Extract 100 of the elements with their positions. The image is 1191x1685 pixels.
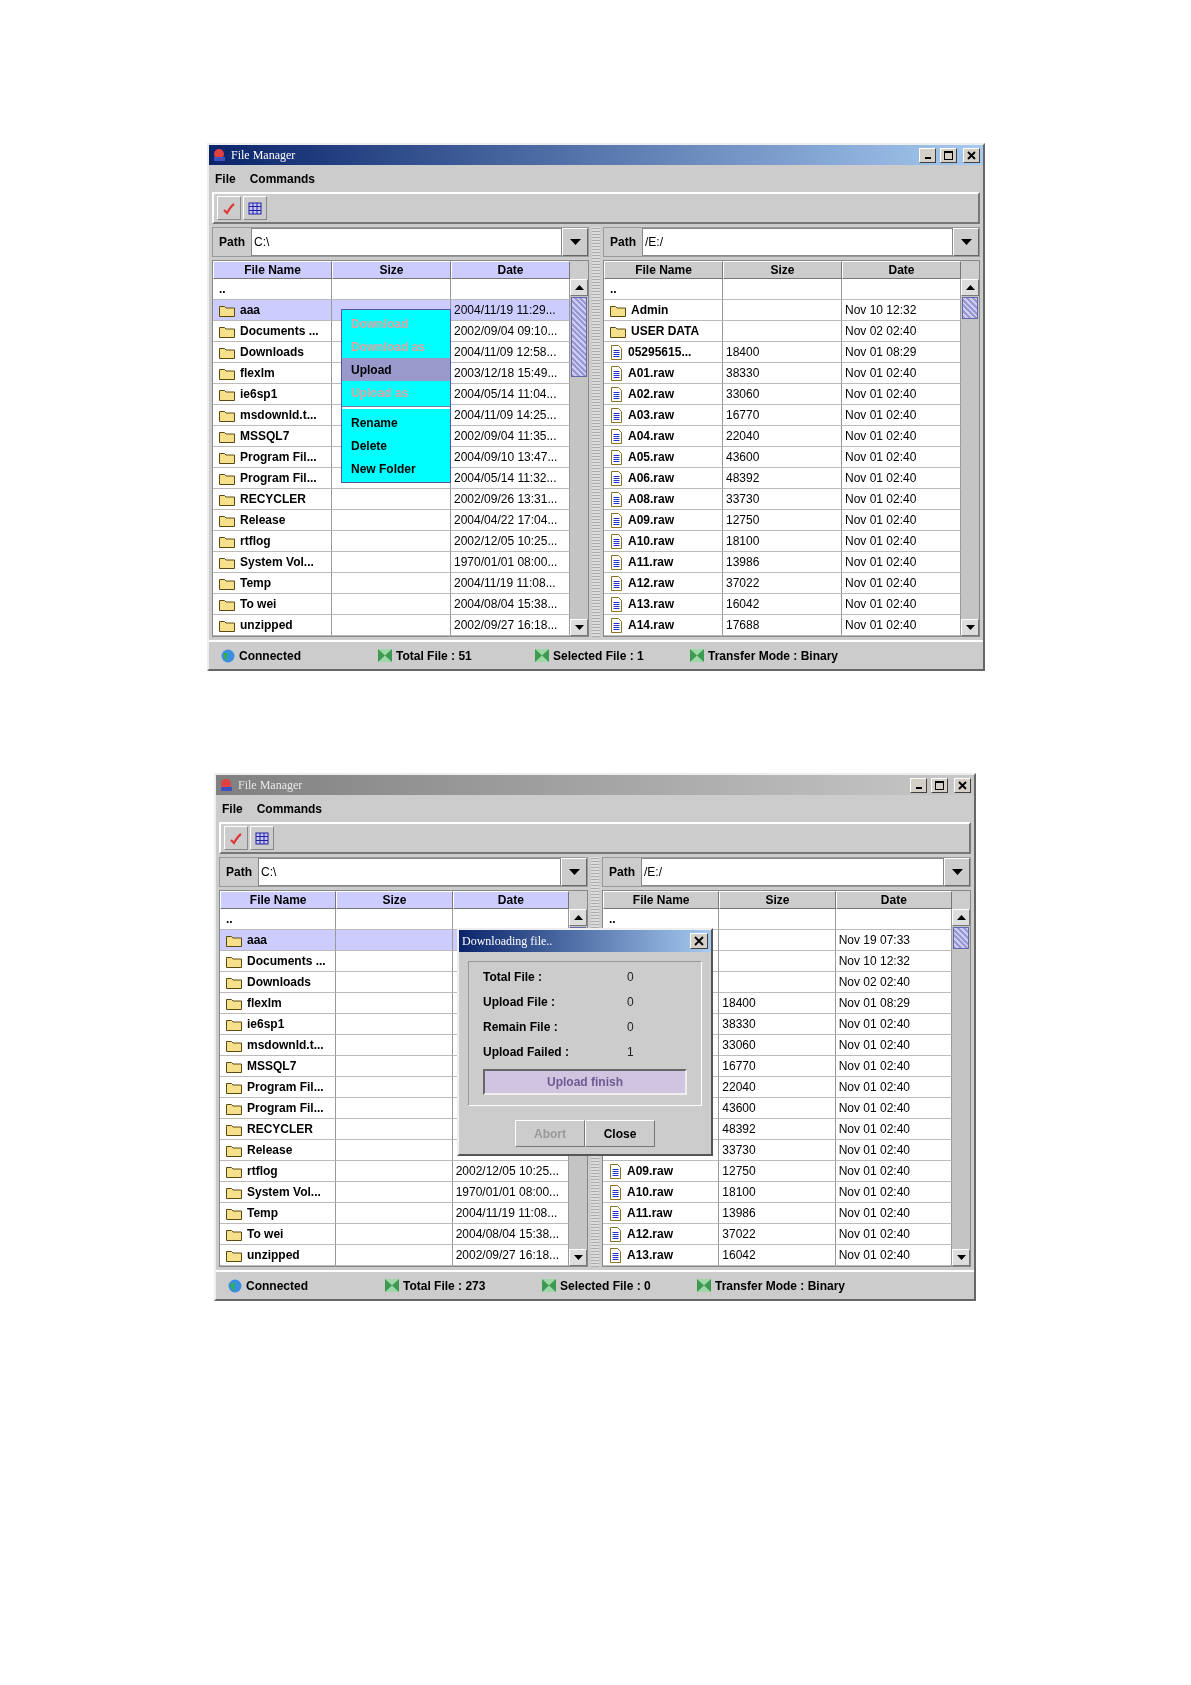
table-row[interactable]: RECYCLER 2002/09/26 13:31... xyxy=(213,489,570,510)
scroll-thumb[interactable] xyxy=(962,297,978,319)
table-row[interactable]: Release 2004/04/22 17:04... xyxy=(213,510,570,531)
table-row[interactable]: rtflog 2002/12/05 10:25... xyxy=(220,1161,569,1182)
table-row[interactable]: A09.raw 12750 Nov 01 02:40 xyxy=(603,1161,952,1182)
table-row[interactable]: A10.raw 18100 Nov 01 02:40 xyxy=(603,1182,952,1203)
maximize-button[interactable] xyxy=(940,147,957,163)
column-header[interactable]: File Name xyxy=(220,891,337,909)
minimize-button[interactable] xyxy=(919,147,936,163)
scroll-down-button[interactable] xyxy=(570,619,588,636)
table-row[interactable]: Temp 2004/11/19 11:08... xyxy=(220,1203,569,1224)
menu-item[interactable]: Rename xyxy=(342,411,450,434)
path-field[interactable]: /E:/ xyxy=(641,858,944,886)
table-row[interactable]: A05.raw 43600 Nov 01 02:40 xyxy=(604,447,961,468)
status-text: Transfer Mode : Binary xyxy=(715,1278,846,1293)
file-date: 2004/08/04 15:38... xyxy=(455,1227,560,1241)
close-button[interactable] xyxy=(963,147,980,163)
table-row[interactable]: A02.raw 33060 Nov 01 02:40 xyxy=(604,384,961,405)
dropdown-button[interactable] xyxy=(944,858,970,886)
table-row[interactable]: To wei 2004/08/04 15:38... xyxy=(213,594,570,615)
column-header[interactable]: Size xyxy=(332,261,451,279)
document-icon xyxy=(610,617,623,633)
menu-item[interactable]: New Folder xyxy=(342,457,450,480)
column-header[interactable]: Date xyxy=(452,891,569,909)
column-header[interactable]: Date xyxy=(835,891,952,909)
table-row[interactable]: .. xyxy=(604,279,961,300)
table-row[interactable]: System Vol... 1970/01/01 08:00... xyxy=(220,1182,569,1203)
table-row[interactable]: A10.raw 18100 Nov 01 02:40 xyxy=(604,531,961,552)
file-date: Nov 01 02:40 xyxy=(845,429,917,443)
dropdown-button[interactable] xyxy=(953,228,979,256)
toolbar-button[interactable] xyxy=(250,826,274,850)
scroll-down-button[interactable] xyxy=(952,1249,970,1266)
menu-item[interactable]: File xyxy=(222,801,243,816)
table-row[interactable]: A09.raw 12750 Nov 01 02:40 xyxy=(604,510,961,531)
column-header[interactable]: File Name xyxy=(604,261,723,279)
file-name: To wei xyxy=(240,597,277,611)
scroll-down-button[interactable] xyxy=(569,1249,587,1266)
menu-item[interactable]: Commands xyxy=(249,171,315,186)
table-row[interactable]: unzipped 2002/09/27 16:18... xyxy=(213,615,570,636)
scrollbar[interactable] xyxy=(570,279,588,636)
scroll-thumb[interactable] xyxy=(571,297,587,377)
table-row[interactable]: A11.raw 13986 Nov 01 02:40 xyxy=(603,1203,952,1224)
table-row[interactable]: unzipped 2002/09/27 16:18... xyxy=(220,1245,569,1266)
app-icon xyxy=(212,148,227,162)
file-size: 16770 xyxy=(726,408,760,422)
table-row[interactable]: 05295615... 18400 Nov 01 08:29 xyxy=(604,342,961,363)
table-row[interactable]: A12.raw 37022 Nov 01 02:40 xyxy=(603,1224,952,1245)
column-header[interactable]: Date xyxy=(451,261,570,279)
table-row[interactable]: A06.raw 48392 Nov 01 02:40 xyxy=(604,468,961,489)
close-button[interactable] xyxy=(690,933,708,949)
scroll-thumb[interactable] xyxy=(953,927,969,949)
column-header[interactable]: Size xyxy=(336,891,453,909)
scroll-up-button[interactable] xyxy=(570,279,588,296)
path-field[interactable]: C:\ xyxy=(251,228,562,256)
table-row[interactable]: A13.raw 16042 Nov 01 02:40 xyxy=(604,594,961,615)
column-header[interactable]: Size xyxy=(719,891,836,909)
table-row[interactable]: A14.raw 17688 Nov 01 02:40 xyxy=(604,615,961,636)
dialog-button[interactable]: Close xyxy=(585,1120,655,1147)
table-row[interactable]: A03.raw 16770 Nov 01 02:40 xyxy=(604,405,961,426)
close-button[interactable] xyxy=(954,777,971,793)
column-header[interactable]: Date xyxy=(842,261,961,279)
scrollbar[interactable] xyxy=(952,909,970,1266)
table-row[interactable]: A01.raw 38330 Nov 01 02:40 xyxy=(604,363,961,384)
table-row[interactable]: To wei 2004/08/04 15:38... xyxy=(220,1224,569,1245)
path-field[interactable]: /E:/ xyxy=(642,228,953,256)
table-row[interactable]: .. xyxy=(220,909,569,930)
table-row[interactable]: A11.raw 13986 Nov 01 02:40 xyxy=(604,552,961,573)
scroll-up-button[interactable] xyxy=(952,909,970,926)
menu-item[interactable]: Commands xyxy=(256,801,322,816)
menu-item[interactable]: Delete xyxy=(342,434,450,457)
table-row[interactable]: System Vol... 1970/01/01 08:00... xyxy=(213,552,570,573)
scroll-up-button[interactable] xyxy=(569,909,587,926)
menu-item[interactable]: File xyxy=(215,171,236,186)
column-header[interactable]: File Name xyxy=(213,261,332,279)
maximize-button[interactable] xyxy=(931,777,948,793)
scroll-up-button[interactable] xyxy=(961,279,979,296)
toolbar-button[interactable] xyxy=(243,196,267,220)
status-text: Transfer Mode : Binary xyxy=(708,648,839,663)
table-row[interactable]: Admin Nov 10 12:32 xyxy=(604,300,961,321)
column-header[interactable]: Size xyxy=(723,261,842,279)
scroll-down-button[interactable] xyxy=(961,619,979,636)
table-row[interactable]: A04.raw 22040 Nov 01 02:40 xyxy=(604,426,961,447)
minimize-button[interactable] xyxy=(910,777,927,793)
table-row[interactable]: rtflog 2002/12/05 10:25... xyxy=(213,531,570,552)
table-row[interactable]: .. xyxy=(213,279,570,300)
scrollbar[interactable] xyxy=(961,279,979,636)
table-row[interactable]: A13.raw 16042 Nov 01 02:40 xyxy=(603,1245,952,1266)
folder-icon xyxy=(219,450,235,464)
table-row[interactable]: USER DATA Nov 02 02:40 xyxy=(604,321,961,342)
table-row[interactable]: A08.raw 33730 Nov 01 02:40 xyxy=(604,489,961,510)
table-row[interactable]: A12.raw 37022 Nov 01 02:40 xyxy=(604,573,961,594)
document-icon xyxy=(610,470,623,486)
dropdown-button[interactable] xyxy=(562,228,588,256)
table-row[interactable]: Temp 2004/11/19 11:08... xyxy=(213,573,570,594)
menu-item[interactable]: Upload xyxy=(342,358,450,381)
file-size: 18400 xyxy=(722,996,756,1010)
dropdown-button[interactable] xyxy=(561,858,587,886)
column-header[interactable]: File Name xyxy=(603,891,720,909)
file-name: A05.raw xyxy=(628,450,675,464)
path-field[interactable]: C:\ xyxy=(258,858,561,886)
